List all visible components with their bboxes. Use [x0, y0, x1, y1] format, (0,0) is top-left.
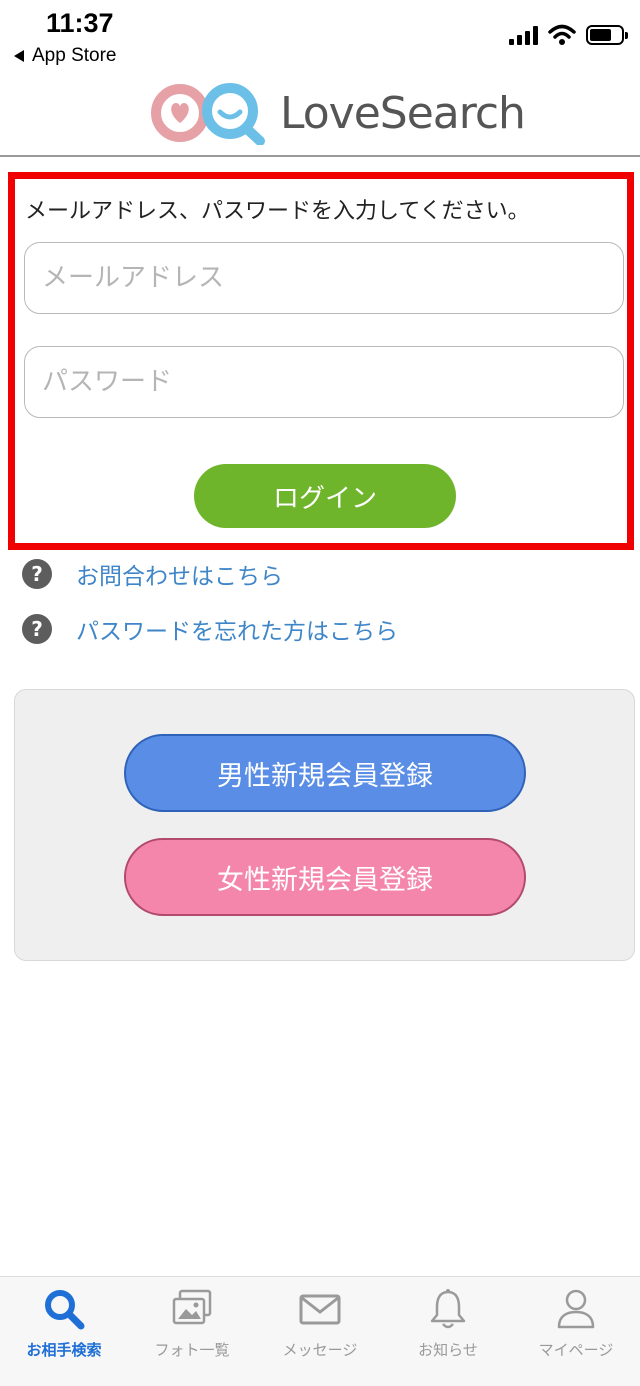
search-icon — [45, 1290, 85, 1330]
tab-notifications[interactable]: お知らせ — [384, 1277, 512, 1386]
female-register-button[interactable]: 女性新規会員登録 — [124, 838, 526, 916]
status-bar: 11:37 App Store — [0, 0, 640, 72]
lovesearch-logo-icon — [151, 83, 265, 145]
forgot-password-link[interactable]: ? パスワードを忘れた方はこちら — [22, 612, 398, 646]
back-app-label: App Store — [32, 45, 117, 66]
status-time: 11:37 — [46, 8, 114, 38]
registration-panel: 男性新規会員登録 女性新規会員登録 — [14, 689, 635, 961]
tab-label: フォト一覧 — [154, 1341, 230, 1359]
app-logo: LoveSearch — [148, 78, 526, 148]
tab-label: メッセージ — [282, 1341, 358, 1359]
logo-text: LoveSearch — [280, 87, 526, 139]
back-to-app-store[interactable]: App Store — [14, 45, 117, 67]
tab-label: マイページ — [538, 1341, 614, 1359]
login-button[interactable]: ログイン — [194, 464, 456, 528]
question-circle-icon: ? — [22, 614, 52, 644]
cellular-signal-icon — [509, 25, 538, 45]
tab-label: お相手検索 — [26, 1341, 102, 1359]
tab-messages[interactable]: メッセージ — [256, 1277, 384, 1386]
battery-icon — [586, 25, 628, 45]
bell-icon — [430, 1289, 466, 1329]
password-input[interactable] — [24, 346, 624, 418]
contact-link[interactable]: ? お問合わせはこちら — [22, 557, 283, 591]
contact-link-label: お問合わせはこちら — [76, 564, 283, 590]
wifi-icon — [548, 24, 576, 45]
mail-icon — [299, 1294, 341, 1325]
login-instruction: メールアドレス、パスワードを入力してください。 — [25, 199, 530, 224]
forgot-password-label: パスワードを忘れた方はこちら — [76, 619, 398, 645]
photo-icon — [172, 1289, 212, 1325]
tab-mypage[interactable]: マイページ — [512, 1277, 640, 1386]
email-input[interactable] — [24, 242, 624, 314]
status-icons — [509, 24, 628, 46]
back-arrow-icon — [14, 50, 24, 62]
bottom-tab-bar: お相手検索 フォト一覧 メッセージ お知らせ マイページ — [0, 1276, 640, 1386]
tab-photos[interactable]: フォト一覧 — [128, 1277, 256, 1386]
header-divider — [0, 155, 640, 157]
male-register-button[interactable]: 男性新規会員登録 — [124, 734, 526, 812]
login-form: メールアドレス、パスワードを入力してください。 ログイン — [8, 172, 634, 550]
user-icon — [557, 1289, 595, 1329]
question-circle-icon: ? — [22, 559, 52, 589]
tab-search[interactable]: お相手検索 — [0, 1277, 128, 1386]
tab-label: お知らせ — [418, 1341, 478, 1359]
